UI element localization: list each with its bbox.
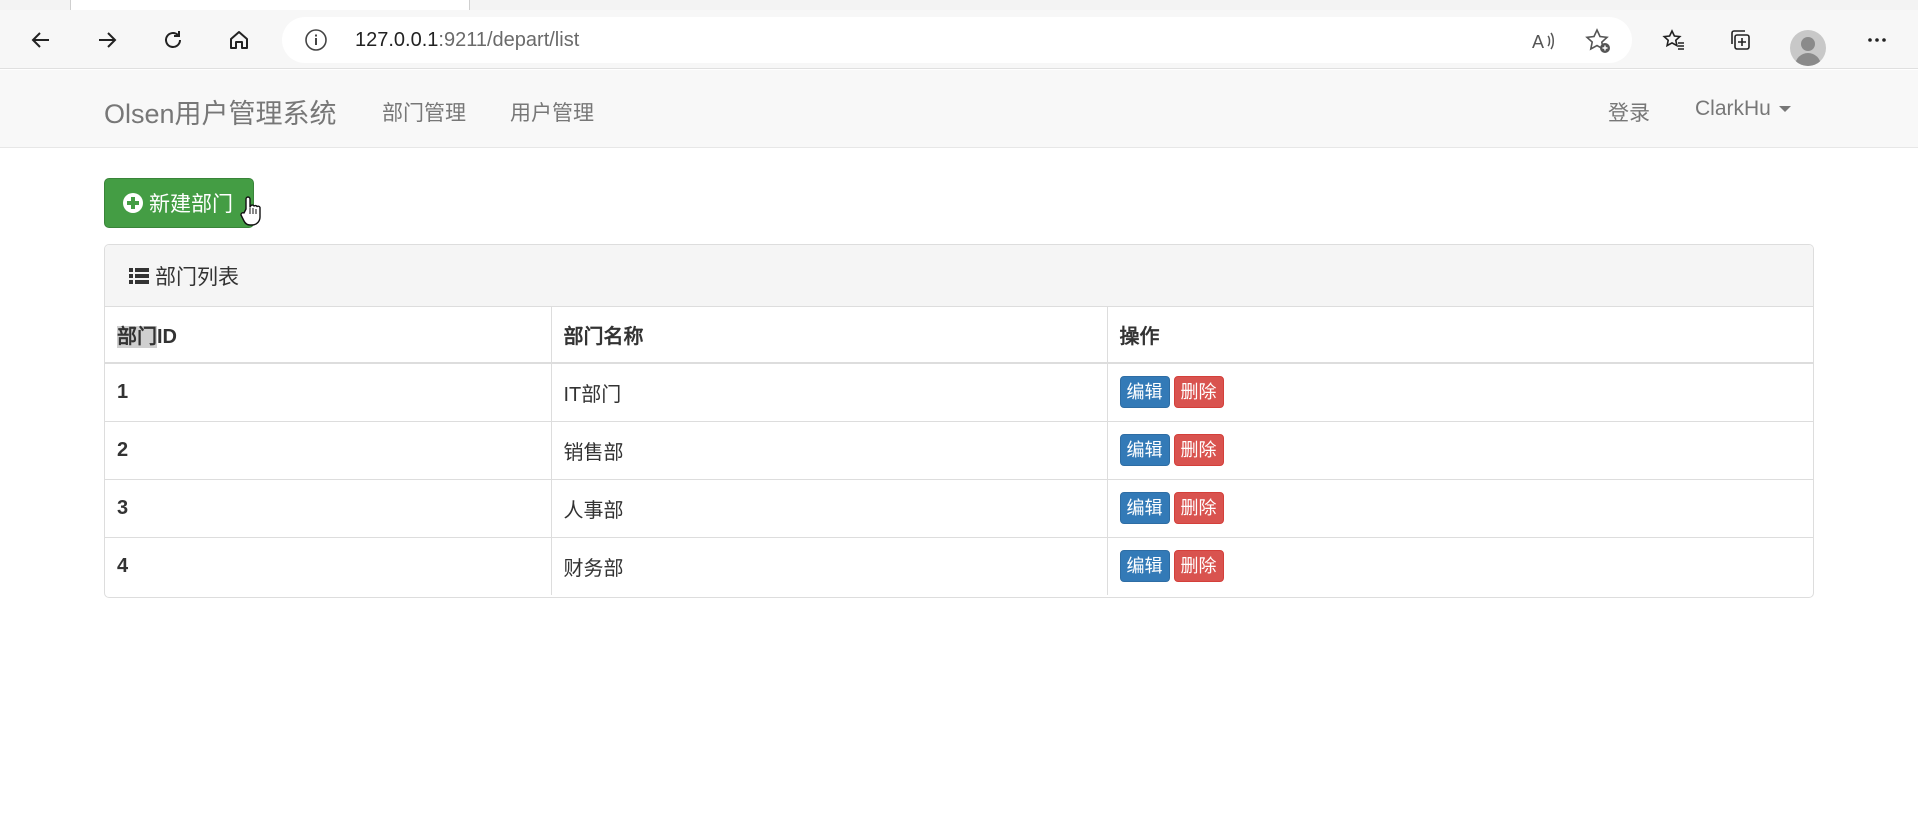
cell-id: 1 — [105, 362, 552, 421]
user-dropdown[interactable]: ClarkHu — [1695, 97, 1791, 121]
reload-button[interactable] — [153, 20, 193, 60]
col-header-name: 部门名称 — [551, 307, 1108, 364]
cell-actions: 编辑 删除 — [1107, 536, 1813, 595]
depart-panel: 部门列表 部门ID 部门名称 操作 1 IT部门 编辑 删除 2 销售部 编辑 删除 — [104, 244, 1814, 598]
list-icon — [129, 267, 149, 285]
plus-circle-icon — [123, 193, 143, 213]
delete-button[interactable]: 删除 — [1173, 376, 1224, 409]
depart-table: 部门ID 部门名称 操作 1 IT部门 编辑 删除 2 销售部 编辑 删除 3 … — [105, 307, 1813, 595]
address-bar[interactable]: 127.0.0.1:9211/depart/list A — [282, 17, 1632, 63]
url-text[interactable]: 127.0.0.1:9211/depart/list — [355, 29, 579, 52]
cell-actions: 编辑 删除 — [1107, 420, 1813, 479]
svg-text:A: A — [1532, 32, 1544, 52]
new-depart-label: 新建部门 — [149, 193, 233, 216]
edit-button[interactable]: 编辑 — [1119, 550, 1170, 583]
favorites-button[interactable] — [1654, 20, 1694, 60]
user-name: ClarkHu — [1695, 97, 1771, 120]
nav-login[interactable]: 登录 — [1608, 97, 1650, 127]
cell-id: 4 — [105, 536, 552, 595]
new-depart-button[interactable]: 新建部门 — [104, 178, 254, 228]
site-navbar: Olsen用户管理系统 部门管理 用户管理 登录 ClarkHu — [0, 70, 1918, 148]
hand-cursor-icon — [240, 196, 261, 226]
edit-button[interactable]: 编辑 — [1119, 376, 1170, 409]
forward-button[interactable] — [87, 20, 127, 60]
caret-down-icon — [1778, 106, 1791, 113]
favorites-icon — [1662, 29, 1684, 50]
panel-heading: 部门列表 — [105, 245, 1813, 307]
edit-button[interactable]: 编辑 — [1119, 492, 1170, 524]
browser-tabstrip — [0, 0, 1918, 10]
profile-body — [1795, 53, 1821, 66]
arrow-right-icon — [99, 32, 117, 48]
delete-button[interactable]: 删除 — [1173, 550, 1224, 583]
col-header-id: 部门ID — [105, 307, 552, 364]
table-row: 1 IT部门 编辑 删除 — [105, 362, 1813, 421]
cell-name: 人事部 — [551, 478, 1108, 537]
table-row: 3 人事部 编辑 删除 — [105, 478, 1813, 537]
cell-id: 3 — [105, 478, 552, 537]
read-aloud-icon[interactable]: A — [1530, 27, 1558, 55]
table-row: 2 销售部 编辑 删除 — [105, 420, 1813, 479]
edit-button[interactable]: 编辑 — [1119, 434, 1170, 466]
table-row: 4 财务部 编辑 删除 — [105, 536, 1813, 595]
active-tab[interactable] — [70, 0, 470, 10]
cell-name: 财务部 — [551, 536, 1108, 595]
arrow-left-icon — [31, 32, 49, 48]
delete-button[interactable]: 删除 — [1173, 492, 1224, 524]
cell-actions: 编辑 删除 — [1107, 478, 1813, 537]
url-path: :9211/depart/list — [438, 29, 580, 51]
more-button[interactable] — [1857, 20, 1897, 60]
favorite-add-icon[interactable] — [1584, 27, 1612, 55]
home-icon — [230, 31, 248, 49]
browser-toolbar: 127.0.0.1:9211/depart/list A — [0, 10, 1918, 69]
cell-id: 2 — [105, 420, 552, 479]
cell-name: 销售部 — [551, 420, 1108, 479]
col-header-actions: 操作 — [1107, 307, 1813, 364]
reload-icon — [165, 31, 181, 48]
nav-depart[interactable]: 部门管理 — [382, 97, 466, 127]
profile-avatar[interactable] — [1790, 30, 1826, 66]
collections-icon — [1731, 30, 1750, 50]
cell-name: IT部门 — [551, 362, 1108, 421]
brand-title[interactable]: Olsen用户管理系统 — [104, 92, 337, 131]
delete-button[interactable]: 删除 — [1173, 434, 1224, 466]
panel-title: 部门列表 — [155, 265, 239, 289]
info-icon[interactable] — [304, 28, 328, 52]
col-header-id-suffix: ID — [157, 326, 177, 348]
back-button[interactable] — [21, 20, 61, 60]
nav-user[interactable]: 用户管理 — [510, 97, 594, 127]
ellipsis-icon — [1868, 38, 1886, 42]
home-button[interactable] — [219, 20, 259, 60]
selected-text: 部门 — [117, 326, 157, 348]
table-header-row: 部门ID 部门名称 操作 — [105, 307, 1813, 364]
collections-button[interactable] — [1720, 20, 1760, 60]
profile-head — [1801, 37, 1815, 51]
url-host: 127.0.0.1 — [355, 29, 439, 51]
cell-actions: 编辑 删除 — [1107, 362, 1813, 421]
